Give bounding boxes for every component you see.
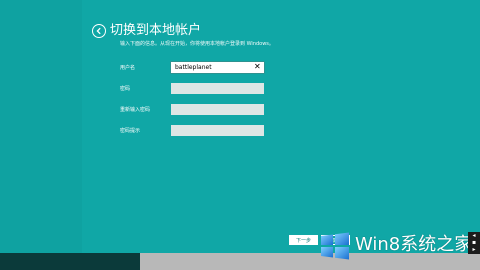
watermark-text: Win8系统之家 — [355, 234, 473, 255]
tray-icon-3[interactable]: ▸ — [468, 246, 480, 253]
back-arrow-icon[interactable] — [92, 24, 106, 38]
windows-logo-icon — [321, 232, 349, 260]
tray-icon-2[interactable]: ▪ — [468, 239, 480, 246]
password-label: 密码 — [120, 86, 131, 92]
page-subtitle: 输入下面的信息。从现在开始，你将使用本地帐户登录到 Windows。 — [120, 41, 274, 47]
taskbar-left-region — [0, 253, 140, 270]
watermark: Win8系统之家 — [318, 230, 480, 262]
page-title: 切换到本地帐户 — [110, 23, 202, 38]
reenter-password-label: 重新输入密码 — [120, 107, 151, 113]
system-tray: ◂ ▪ ▸ — [468, 232, 480, 254]
password-input[interactable] — [171, 83, 264, 94]
password-hint-label: 密码提示 — [120, 128, 141, 134]
password-hint-input[interactable] — [171, 125, 264, 136]
clear-x-icon[interactable]: ✕ — [254, 62, 261, 72]
reenter-password-input[interactable] — [171, 104, 264, 115]
username-label: 用户名 — [120, 65, 136, 71]
tray-icon-1[interactable]: ◂ — [468, 232, 480, 239]
username-input[interactable] — [171, 62, 264, 73]
left-background-strip — [0, 0, 82, 270]
next-button[interactable]: 下一步 — [289, 235, 318, 245]
